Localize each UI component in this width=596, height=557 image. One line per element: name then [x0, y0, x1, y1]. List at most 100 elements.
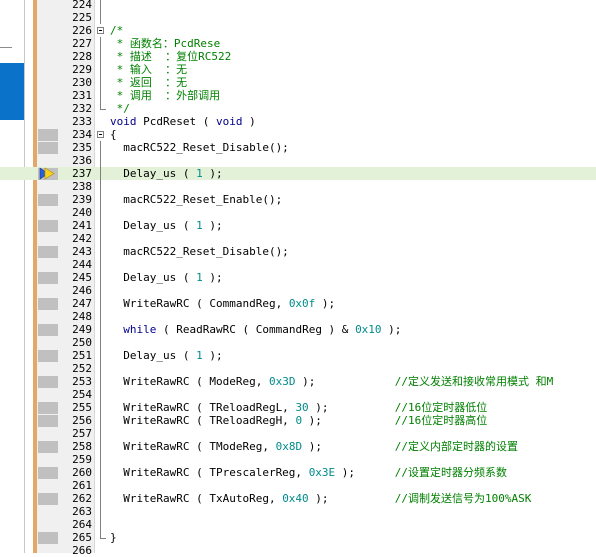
line-number: 257	[72, 427, 92, 440]
code-line[interactable]: 234 {	[0, 128, 596, 141]
code-line[interactable]: 264	[0, 518, 596, 531]
code-line[interactable]: 260 WriteRawRC ( TPrescalerReg, 0x3E ); …	[0, 466, 596, 479]
code-line[interactable]: 243 macRC522_Reset_Disable();	[0, 245, 596, 258]
breakpoint-slot[interactable]	[38, 220, 58, 232]
code-line[interactable]: 225	[0, 11, 596, 24]
code-line[interactable]: 249 while ( ReadRawRC ( CommandReg ) & 0…	[0, 323, 596, 336]
code-line[interactable]: 224	[0, 0, 596, 11]
code-line[interactable]: 232 */	[0, 102, 596, 115]
breakpoint-slot[interactable]	[38, 376, 58, 388]
code-text: macRC522_Reset_Enable();	[110, 193, 283, 206]
code-line[interactable]: 254	[0, 388, 596, 401]
breakpoint-slot[interactable]	[38, 298, 58, 310]
fold-toggle-icon[interactable]	[97, 131, 104, 138]
breakpoint-slot[interactable]	[38, 324, 58, 336]
code-line[interactable]: 246	[0, 284, 596, 297]
fold-line	[100, 63, 101, 76]
code-line[interactable]: 261	[0, 479, 596, 492]
breakpoint-slot[interactable]	[38, 194, 58, 206]
line-number: 233	[72, 115, 92, 128]
line-number: 261	[72, 479, 92, 492]
code-line[interactable]: 256 WriteRawRC ( TReloadRegH, 0 ); //16位…	[0, 414, 596, 427]
line-number: 248	[72, 310, 92, 323]
fold-line	[100, 323, 101, 336]
fold-line	[100, 466, 101, 479]
fold-line	[100, 245, 101, 258]
breakpoint-slot[interactable]	[38, 350, 58, 362]
code-line[interactable]: 248	[0, 310, 596, 323]
fold-line	[100, 167, 101, 180]
line-number: 243	[72, 245, 92, 258]
line-number: 245	[72, 271, 92, 284]
breakpoint-slot[interactable]	[38, 532, 58, 544]
line-number: 225	[72, 11, 92, 24]
code-line[interactable]: 257	[0, 427, 596, 440]
code-line[interactable]: 244	[0, 258, 596, 271]
line-number: 237	[72, 167, 92, 180]
code-line[interactable]: 235 macRC522_Reset_Disable();	[0, 141, 596, 154]
code-line[interactable]: 266	[0, 544, 596, 557]
fold-line	[100, 440, 101, 453]
code-line[interactable]: 252	[0, 362, 596, 375]
breakpoint-slot[interactable]	[38, 441, 58, 453]
code-text: WriteRawRC ( CommandReg, 0x0f );	[110, 297, 336, 310]
code-line[interactable]: 230 * 返回 ：无	[0, 76, 596, 89]
line-number: 253	[72, 375, 92, 388]
code-line[interactable]: 239 macRC522_Reset_Enable();	[0, 193, 596, 206]
code-line[interactable]: 258 WriteRawRC ( TModeReg, 0x8D ); //定义内…	[0, 440, 596, 453]
code-line[interactable]: 251 Delay_us ( 1 );	[0, 349, 596, 362]
fold-line	[100, 284, 101, 297]
line-number: 244	[72, 258, 92, 271]
breakpoint-slot[interactable]	[38, 415, 58, 427]
code-line[interactable]: 236	[0, 154, 596, 167]
code-line[interactable]: 242	[0, 232, 596, 245]
fold-toggle-icon[interactable]	[97, 27, 104, 34]
code-line[interactable]: 226 /*	[0, 24, 596, 37]
fold-end-marker	[100, 531, 106, 539]
fold-line	[100, 50, 101, 63]
code-line[interactable]: 247 WriteRawRC ( CommandReg, 0x0f );	[0, 297, 596, 310]
code-line[interactable]: 238	[0, 180, 596, 193]
code-text: /*	[110, 24, 124, 37]
code-line[interactable]: 240	[0, 206, 596, 219]
code-text: }	[110, 531, 117, 544]
code-line[interactable]: 253 WriteRawRC ( ModeReg, 0x3D ); //定义发送…	[0, 375, 596, 388]
breakpoint-slot[interactable]	[38, 402, 58, 414]
breakpoint-slot[interactable]	[38, 467, 58, 479]
code-line[interactable]: 250	[0, 336, 596, 349]
fold-line	[100, 349, 101, 362]
code-line[interactable]: 245 Delay_us ( 1 );	[0, 271, 596, 284]
code-line[interactable]: 259	[0, 453, 596, 466]
code-text: */	[110, 102, 130, 115]
breakpoint-slot[interactable]	[38, 246, 58, 258]
code-line[interactable]: 227 * 函数名：PcdRese	[0, 37, 596, 50]
breakpoint-slot[interactable]	[38, 493, 58, 505]
code-line[interactable]: 241 Delay_us ( 1 );	[0, 219, 596, 232]
fold-line	[100, 310, 101, 323]
code-text: macRC522_Reset_Disable();	[110, 141, 289, 154]
line-number: 239	[72, 193, 92, 206]
fold-line	[100, 401, 101, 414]
fold-line	[100, 76, 101, 89]
code-text: * 返回 ：无	[110, 76, 188, 89]
fold-line	[100, 0, 101, 11]
line-number: 251	[72, 349, 92, 362]
code-line[interactable]: 229 * 输入 ：无	[0, 63, 596, 76]
line-number: 229	[72, 63, 92, 76]
line-number: 228	[72, 50, 92, 63]
breakpoint-slot[interactable]	[38, 129, 58, 141]
code-line[interactable]: 255 WriteRawRC ( TReloadRegL, 30 ); //16…	[0, 401, 596, 414]
fold-line	[100, 492, 101, 505]
line-number: 262	[72, 492, 92, 505]
code-line[interactable]: 233 void PcdReset ( void )	[0, 115, 596, 128]
line-number: 252	[72, 362, 92, 375]
code-text: macRC522_Reset_Disable();	[110, 245, 289, 258]
code-line[interactable]: 263	[0, 505, 596, 518]
code-line[interactable]: 231 * 调用 ：外部调用	[0, 89, 596, 102]
code-line[interactable]: 228 * 描述 ：复位RC522	[0, 50, 596, 63]
code-line[interactable]: 262 WriteRawRC ( TxAutoReg, 0x40 ); //调制…	[0, 492, 596, 505]
code-line[interactable]: 265}	[0, 531, 596, 544]
code-line[interactable]: 237 Delay_us ( 1 );	[0, 167, 596, 180]
breakpoint-slot[interactable]	[38, 272, 58, 284]
breakpoint-slot[interactable]	[38, 142, 58, 154]
